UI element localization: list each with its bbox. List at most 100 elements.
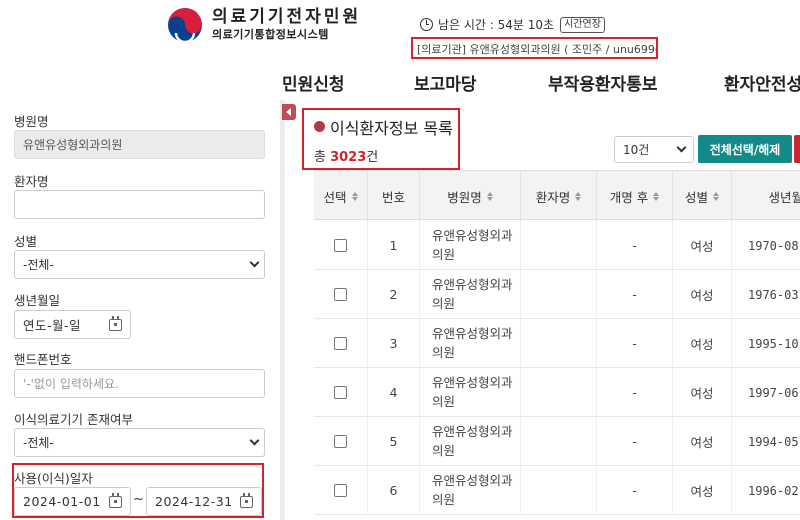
birth-label: 생년월일 (14, 293, 61, 308)
phone-input[interactable]: '-'없이 입력하세요. (14, 369, 265, 398)
row-select-cell (314, 270, 368, 319)
row-patient-name (521, 221, 597, 270)
row-birth-date: 1994-05- (732, 417, 800, 466)
row-checkbox[interactable] (334, 435, 347, 448)
sort-icon (713, 191, 719, 201)
select-all-button[interactable]: 전체선택/해제 (698, 135, 792, 163)
row-select-cell (314, 466, 368, 515)
row-gender: 여성 (673, 221, 732, 270)
row-hospital: 유앤유성형외과의원 (420, 466, 521, 515)
column-header-renamed[interactable]: 개명 후 (597, 171, 673, 221)
chevron-down-icon (249, 257, 260, 268)
column-header-gender[interactable]: 성별 (673, 171, 732, 221)
row-gender: 여성 (673, 417, 732, 466)
row-number: 1 (368, 221, 420, 270)
row-hospital: 유앤유성형외과의원 (420, 221, 521, 270)
table-row[interactable]: 3유앤유성형외과의원 -여성1995-10- (314, 319, 800, 368)
row-gender: 여성 (673, 319, 732, 368)
page-size-value: 10건 (623, 143, 650, 157)
row-hospital: 유앤유성형외과의원 (420, 270, 521, 319)
row-number: 2 (368, 270, 420, 319)
column-header-label: 개명 후 (609, 189, 649, 205)
extend-session-button[interactable]: 시간연장 (560, 16, 605, 33)
chevron-down-icon (676, 142, 687, 153)
page-size-select[interactable]: 10건 (614, 136, 694, 163)
column-header-label: 성별 (684, 189, 708, 205)
table-row[interactable]: 5유앤유성형외과의원 -여성1994-05- (314, 417, 800, 466)
column-header-hospital[interactable]: 병원명 (420, 171, 521, 221)
row-patient-name (521, 270, 597, 319)
row-gender: 여성 (673, 270, 732, 319)
date-from-input[interactable]: 2024-01-01 (14, 487, 131, 516)
table-row[interactable]: 1유앤유성형외과의원 -여성1970-08- (314, 221, 800, 270)
patient-label: 환자명 (14, 174, 49, 189)
row-checkbox[interactable] (334, 386, 347, 399)
row-checkbox[interactable] (334, 239, 347, 252)
row-birth-date: 1970-08- (732, 221, 800, 270)
session-timer: 남은 시간 : 54분 10초 시간연장 (420, 16, 605, 33)
date-to-value: 2024-12-31 (155, 494, 233, 509)
column-header-label: 환자명 (535, 189, 571, 205)
date-from-value: 2024-01-01 (23, 494, 101, 509)
row-hospital: 유앤유성형외과의원 (420, 319, 521, 368)
collapse-panel-button[interactable] (282, 104, 296, 120)
birth-date-placeholder: 연도-월-일 (23, 318, 82, 333)
table-row[interactable]: 6유앤유성형외과의원 -여성1996-02- (314, 466, 800, 515)
phone-label: 핸드폰번호 (14, 352, 72, 367)
header: 의료기기전자민원 의료기기통합정보시스템 남은 시간 : 54분 10초 시간연… (0, 0, 800, 62)
logo-title: 의료기기전자민원 (212, 6, 362, 27)
column-header-label: 병원명 (447, 189, 482, 205)
gender-select[interactable]: -전체- (14, 250, 265, 279)
row-patient-name (521, 417, 597, 466)
row-select-cell (314, 221, 368, 270)
action-button-partial[interactable] (794, 135, 800, 163)
nav-item-patient-safety[interactable]: 환자안전성 (724, 70, 800, 95)
sort-icon (575, 191, 582, 201)
chevron-down-icon (249, 435, 260, 446)
row-number: 4 (368, 368, 420, 417)
column-header-label: 선택 (323, 189, 347, 205)
sort-icon (653, 191, 660, 201)
nav-item-adverse-event[interactable]: 부작용환자통보 (548, 70, 657, 95)
nav-item-report[interactable]: 보고마당 (414, 70, 477, 95)
row-select-cell (314, 417, 368, 466)
row-birth-date: 1997-06- (732, 368, 800, 417)
column-header-patient[interactable]: 환자명 (521, 171, 597, 221)
row-select-cell (314, 368, 368, 417)
row-checkbox[interactable] (334, 337, 347, 350)
row-gender: 여성 (673, 368, 732, 417)
gender-select-value: -전체- (23, 258, 54, 272)
calendar-icon[interactable] (240, 492, 253, 508)
calendar-icon[interactable] (109, 315, 122, 331)
birth-date-input[interactable]: 연도-월-일 (14, 310, 131, 339)
total-suffix: 건 (366, 150, 379, 165)
row-checkbox[interactable] (334, 484, 347, 497)
patient-list-panel: 이식환자정보 목록 총 3023건 10건 전체선택/해제 선택 번호 병원명 … (296, 100, 800, 520)
nav-item-civil-application[interactable]: 민원신청 (282, 70, 345, 95)
row-renamed: - (597, 221, 673, 270)
row-number: 6 (368, 466, 420, 515)
row-select-cell (314, 319, 368, 368)
device-exists-select-value: -전체- (23, 436, 54, 450)
table-row[interactable]: 2유앤유성형외과의원 -여성1976-03- (314, 270, 800, 319)
bullet-icon (314, 121, 325, 132)
calendar-icon[interactable] (109, 492, 122, 508)
row-hospital: 유앤유성형외과의원 (420, 417, 521, 466)
column-header-birth[interactable]: 생년월일 (732, 171, 800, 221)
institution-info: [의료기관] 유앤유성형외과의원 ( 조민주 / unu6996 ) (411, 37, 658, 59)
column-header-select[interactable]: 선택 (314, 171, 368, 221)
row-renamed: - (597, 319, 673, 368)
patient-name-input[interactable] (14, 190, 265, 219)
row-number: 3 (368, 319, 420, 368)
row-renamed: - (597, 417, 673, 466)
row-checkbox[interactable] (334, 288, 347, 301)
date-to-input[interactable]: 2024-12-31 (146, 487, 262, 516)
device-exists-select[interactable]: -전체- (14, 428, 265, 457)
sort-icon (351, 191, 358, 201)
logo[interactable]: 의료기기전자민원 의료기기통합정보시스템 (166, 6, 361, 44)
use-date-label: 사용(이식)일자 (14, 471, 93, 486)
row-patient-name (521, 368, 597, 417)
device-exists-label: 이식의료기기 존재여부 (14, 412, 133, 427)
table-row[interactable]: 4유앤유성형외과의원 -여성1997-06- (314, 368, 800, 417)
gender-label: 성별 (14, 234, 38, 249)
